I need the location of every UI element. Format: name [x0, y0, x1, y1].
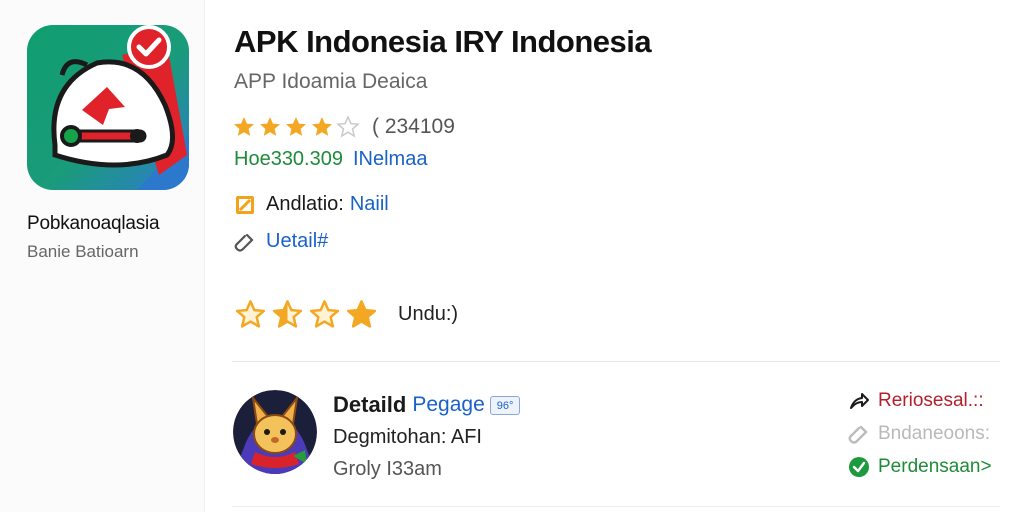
star-icon: [234, 117, 254, 136]
detail-link-row[interactable]: Uetail#: [234, 230, 328, 253]
developer-subtitle: Banie Batioarn: [27, 242, 139, 261]
avatar[interactable]: [233, 390, 317, 474]
star-half-icon[interactable]: [271, 298, 304, 331]
meta-line: Hoe330.309 INelmaa: [234, 148, 427, 171]
rating-row: ( 234109: [232, 113, 455, 141]
left-panel: Pobkanoaqlasia Banie Batioarn: [0, 0, 205, 512]
star-icon[interactable]: [345, 298, 378, 331]
android-label: Andlatio:: [266, 193, 344, 215]
link-action[interactable]: Bndaneoons:: [848, 423, 990, 445]
link-icon: [234, 233, 254, 252]
share-action[interactable]: Reriosesal.::: [848, 390, 984, 412]
divider: [232, 361, 1000, 362]
star-icon: [286, 117, 306, 136]
android-value[interactable]: Naiil: [350, 193, 389, 216]
version-badge: 96°: [489, 395, 521, 415]
android-info-row: Andlatio: Naiil: [234, 193, 389, 216]
share-icon: [850, 393, 869, 409]
star-icon: [260, 117, 280, 136]
detail-requirement: Degmitohan: AFI: [333, 426, 482, 448]
user-rating-row[interactable]: Undu:): [234, 296, 458, 332]
package-link[interactable]: Pegage: [412, 393, 484, 417]
share-action-label[interactable]: Reriosesal.::: [878, 390, 984, 412]
check-icon: [849, 457, 869, 477]
star-outline-icon[interactable]: [308, 298, 341, 331]
confirm-action[interactable]: Perdensaan>: [848, 456, 992, 478]
confirm-action-label[interactable]: Perdensaan>: [878, 456, 992, 478]
app-icon[interactable]: [27, 25, 189, 190]
developer-name[interactable]: Pobkanoaqlasia: [27, 213, 160, 235]
divider: [232, 506, 1000, 507]
star-outline-icon[interactable]: [234, 298, 267, 331]
star-empty-icon: [336, 115, 360, 138]
rating-count: ( 234109: [372, 115, 455, 138]
detail-size: Groly I33am: [333, 458, 442, 480]
detail-link[interactable]: Uetail#: [266, 230, 328, 253]
app-detail-page: Pobkanoaqlasia Banie Batioarn APK Indone…: [0, 0, 1024, 512]
android-icon: [236, 195, 254, 214]
app-subtitle: APP Idoamia Deaica: [234, 70, 428, 93]
link-action-label[interactable]: Bndaneoons:: [878, 423, 990, 445]
star-icon: [312, 117, 332, 136]
app-title: APK Indonesia IRY Indonesia: [234, 24, 652, 59]
meta-version: Hoe330.309: [234, 148, 343, 170]
detail-title-row: Detaild Pegage 96°: [333, 392, 521, 418]
meta-link[interactable]: INelmaa: [353, 148, 427, 170]
download-label[interactable]: Undu:): [398, 303, 458, 326]
link-icon: [848, 425, 868, 444]
detail-title: Detaild: [333, 392, 407, 417]
